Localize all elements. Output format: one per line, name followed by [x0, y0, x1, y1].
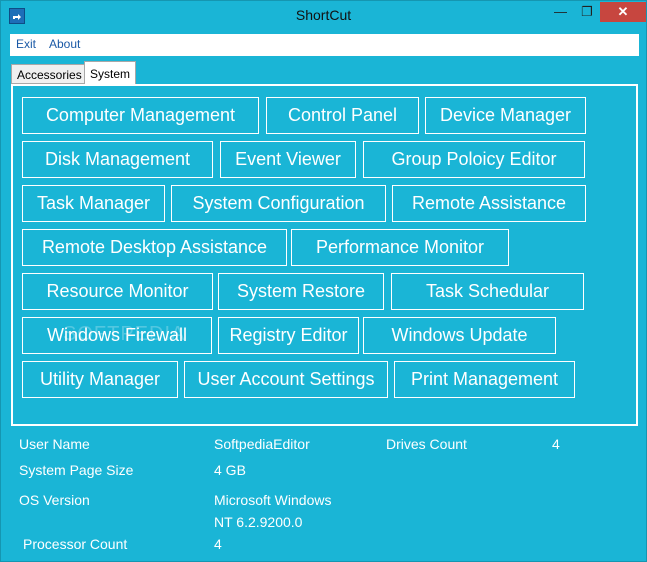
processor-count-value: 4 — [214, 536, 222, 552]
close-button[interactable]: ✕ — [600, 2, 646, 22]
group-policy-editor-button[interactable]: Group Poloicy Editor — [363, 141, 585, 178]
os-version-line-2: NT 6.2.9200.0 — [214, 514, 303, 530]
os-version-line-1: Microsoft Windows — [214, 492, 332, 508]
system-page-size-label: System Page Size — [19, 462, 134, 478]
menu-item-exit[interactable]: Exit — [16, 37, 36, 51]
device-manager-button[interactable]: Device Manager — [425, 97, 586, 134]
drives-count-value: 4 — [552, 436, 560, 452]
print-management-button[interactable]: Print Management — [394, 361, 575, 398]
softpedia-watermark: SOFTPEDIA — [63, 323, 186, 345]
windows-update-button[interactable]: Windows Update — [363, 317, 556, 354]
resource-monitor-button[interactable]: Resource Monitor — [22, 273, 213, 310]
menu-bar: Exit About — [10, 34, 639, 56]
system-configuration-button[interactable]: System Configuration — [171, 185, 386, 222]
tab-accessories[interactable]: Accessories — [11, 64, 88, 84]
task-scheduler-button[interactable]: Task Schedular — [391, 273, 584, 310]
os-version-label: OS Version — [19, 492, 90, 508]
user-name-value: SoftpediaEditor — [214, 436, 310, 452]
minimize-button[interactable]: — — [547, 2, 574, 22]
drives-count-label: Drives Count — [386, 436, 467, 452]
user-name-label: User Name — [19, 436, 90, 452]
user-account-settings-button[interactable]: User Account Settings — [184, 361, 388, 398]
computer-management-button[interactable]: Computer Management — [22, 97, 259, 134]
system-tab-panel: Computer Management Control Panel Device… — [11, 84, 638, 426]
utility-manager-button[interactable]: Utility Manager — [22, 361, 178, 398]
app-window: ShortCut — ❐ ✕ Exit About Accessories Sy… — [0, 0, 647, 562]
disk-management-button[interactable]: Disk Management — [22, 141, 213, 178]
task-manager-button[interactable]: Task Manager — [22, 185, 165, 222]
control-panel-button[interactable]: Control Panel — [266, 97, 419, 134]
performance-monitor-button[interactable]: Performance Monitor — [291, 229, 509, 266]
title-bar[interactable]: ShortCut — ❐ ✕ — [1, 1, 646, 32]
registry-editor-button[interactable]: Registry Editor — [218, 317, 359, 354]
tab-system[interactable]: System — [84, 61, 137, 85]
event-viewer-button[interactable]: Event Viewer — [220, 141, 356, 178]
processor-count-label: Processor Count — [23, 536, 128, 552]
maximize-button[interactable]: ❐ — [574, 2, 600, 22]
menu-item-about[interactable]: About — [49, 37, 80, 51]
system-restore-button[interactable]: System Restore — [218, 273, 384, 310]
system-page-size-value: 4 GB — [214, 462, 246, 478]
remote-assistance-button[interactable]: Remote Assistance — [392, 185, 586, 222]
remote-desktop-assistance-button[interactable]: Remote Desktop Assistance — [22, 229, 287, 266]
